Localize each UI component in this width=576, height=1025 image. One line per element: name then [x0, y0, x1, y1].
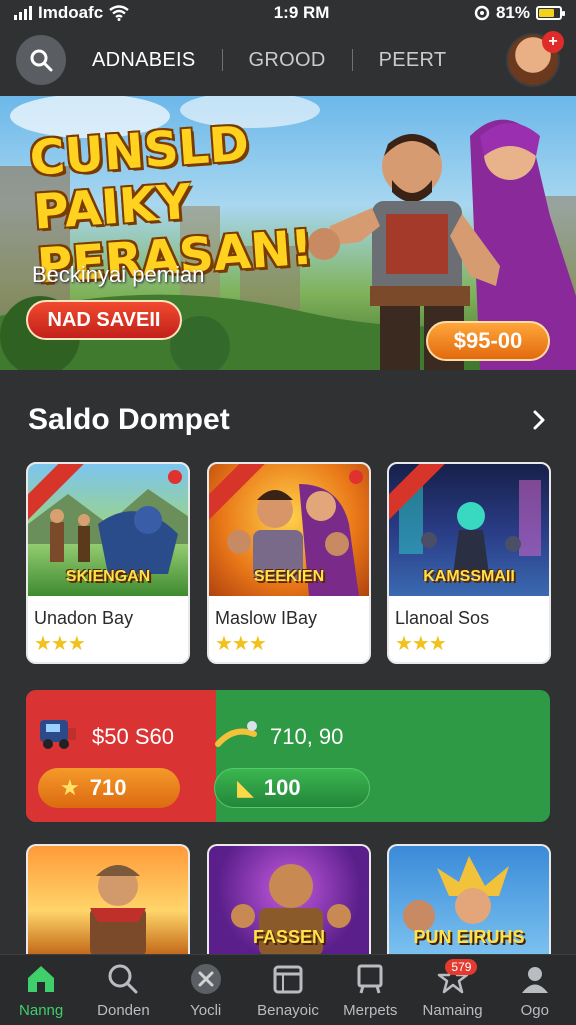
section-header: Saldo Dompet: [28, 398, 548, 442]
nav-label: Nanng: [19, 1001, 64, 1019]
game-card[interactable]: KAMSSMAII Llanoal Sos ★★★: [387, 462, 551, 664]
status-right: 81%: [474, 3, 565, 23]
corner-badge: [168, 470, 182, 484]
signal-icon: [14, 6, 32, 20]
game-art-title: PUN EIRUHS: [413, 927, 525, 947]
star-icon: ★: [60, 775, 80, 800]
nav-label: Yocli: [190, 1001, 222, 1019]
search-icon: [108, 964, 138, 993]
game-card[interactable]: SEEKIEN Maslow IBay ★★★: [207, 462, 371, 664]
wallet-right-button[interactable]: ◣ 100: [214, 768, 370, 808]
banner-price-button[interactable]: $95-00: [426, 321, 550, 361]
avatar[interactable]: +: [506, 31, 564, 87]
board-icon: [357, 964, 383, 993]
nav-ranking[interactable]: 579 Namaing: [411, 955, 493, 1025]
status-bar: Imdoafc 1:9 RM 81%: [0, 0, 576, 26]
game-art: KAMSSMAII: [389, 464, 549, 596]
game-art: SKIENGAN: [28, 464, 188, 596]
tab-grood[interactable]: GROOD: [223, 49, 352, 72]
game-art: SEEKIEN: [209, 464, 369, 596]
status-left: Imdoafc: [14, 3, 129, 23]
wifi-icon: [109, 5, 129, 21]
game-card[interactable]: [26, 844, 190, 954]
nav-label: Namaing: [422, 1001, 483, 1019]
data-saver-icon: [474, 5, 490, 21]
star-rating: ★★★: [34, 633, 86, 655]
game-art-scene: [90, 865, 146, 954]
wallet-panel: $50 S60 710, 90 ★ 710 ◣ 100: [26, 690, 550, 822]
game-name: Unadon Bay: [34, 608, 134, 628]
wallet-divider: [176, 690, 216, 822]
wallet-right-amount: 710, 90: [270, 724, 344, 749]
wallet-right-button-label: 100: [263, 775, 301, 800]
game-name: Llanoal Sos: [395, 608, 490, 628]
bottom-nav: Nanng Donden Yocli Benayoic Merpets 579 …: [0, 954, 576, 1025]
section-title: Saldo Dompet: [28, 403, 230, 436]
wallet-left-amount: $50 S60: [92, 724, 174, 749]
game-art-title: SEEKIEN: [253, 568, 325, 585]
clock: 1:9 RM: [273, 3, 330, 22]
avatar-badge: +: [542, 31, 564, 53]
top-nav: ADNABEIS GROOD PEERT +: [0, 26, 576, 94]
key-icon: [215, 721, 257, 747]
game-art-title: FASSEN: [252, 927, 326, 947]
battery-percent: 81%: [495, 3, 530, 22]
star-rating: ★★★: [395, 633, 447, 655]
nav-label: Ogo: [520, 1001, 549, 1019]
close-circle-icon: [190, 963, 221, 994]
corner-badge: [349, 470, 363, 484]
banner-subtitle: Beckinyai pemian: [32, 262, 205, 287]
nav-calendar[interactable]: Benayoic: [247, 955, 329, 1025]
game-card[interactable]: PUN EIRUHS: [387, 844, 551, 954]
search-button[interactable]: [16, 35, 66, 85]
game-art-title: KAMSSMAII: [423, 568, 515, 585]
nav-close[interactable]: Yocli: [165, 955, 247, 1025]
tab-bar: ADNABEIS GROOD PEERT: [84, 49, 506, 72]
game-card[interactable]: FASSEN: [207, 844, 371, 954]
battery-icon: [535, 6, 565, 20]
nav-label: Merpets: [343, 1001, 398, 1019]
profile-icon: [521, 966, 548, 993]
notification-badge: 579: [445, 959, 478, 975]
calendar-icon: [273, 965, 303, 993]
tab-peert[interactable]: PEERT: [353, 49, 473, 72]
game-name: Maslow IBay: [215, 608, 318, 628]
truck-icon: [40, 720, 76, 749]
nav-home[interactable]: Nanng: [0, 955, 82, 1025]
star-rating: ★★★: [215, 633, 267, 655]
search-icon: [30, 49, 53, 72]
home-icon: [28, 965, 55, 992]
ticket-icon: ◣: [237, 775, 254, 800]
banner-cta-button[interactable]: NAD SAVEII: [26, 300, 182, 340]
nav-profile[interactable]: Ogo: [494, 955, 576, 1025]
carrier-name: Imdoafc: [38, 3, 104, 22]
nav-search[interactable]: Donden: [82, 955, 164, 1025]
promo-banner[interactable]: CUNSLD PAIKY PERASAN! Beckinyai pemian N…: [0, 96, 576, 370]
game-card[interactable]: SKIENGAN Unadon Bay ★★★: [26, 462, 190, 664]
nav-board[interactable]: Merpets: [329, 955, 411, 1025]
wallet-left-button[interactable]: ★ 710: [38, 768, 180, 808]
tab-adnabeis[interactable]: ADNABEIS: [84, 49, 222, 72]
nav-label: Benayoic: [257, 1001, 319, 1019]
nav-label: Donden: [97, 1001, 150, 1019]
game-art-title: SKIENGAN: [65, 568, 151, 585]
chevron-right-icon[interactable]: [530, 409, 548, 431]
wallet-left-button-label: 710: [89, 775, 127, 800]
